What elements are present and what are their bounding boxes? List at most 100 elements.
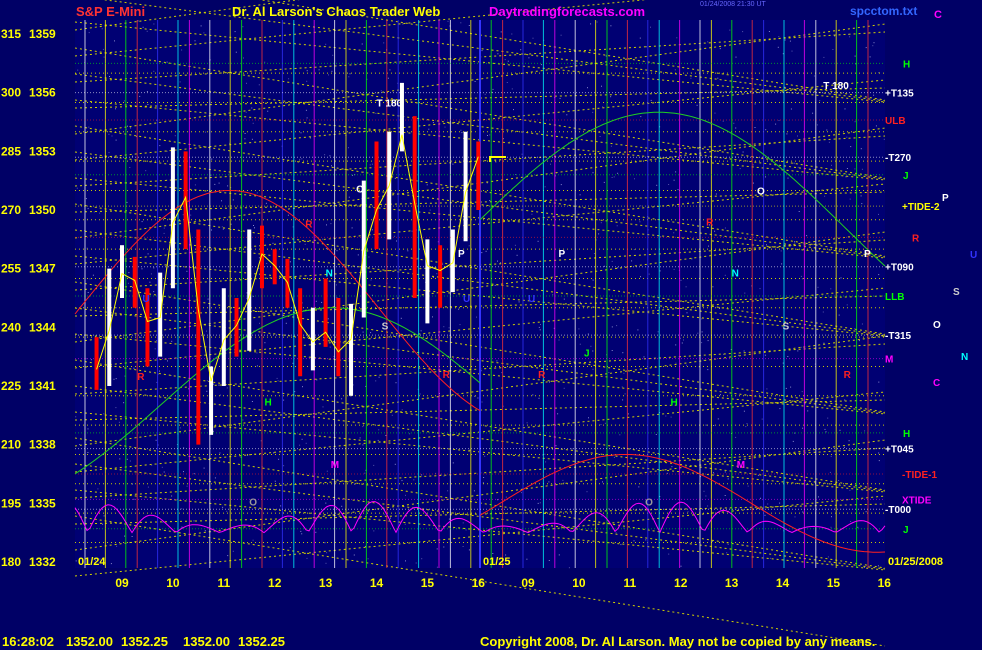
speckle-dot [273,452,274,454]
speckle-dot [616,225,618,227]
speckle-dot [779,502,781,504]
speckle-dot [113,378,115,380]
speckle-dot [254,227,255,229]
speckle-dot [708,245,709,247]
speckle-dot [312,482,314,484]
right-level-label: +T090 [885,263,914,274]
speckle-dot [193,473,195,475]
speckle-dot [784,39,786,41]
speckle-dot [588,417,589,419]
speckle-dot [205,131,206,133]
speckle-dot [724,471,726,473]
site-link[interactable]: Daytradingforecasts.com [489,4,645,19]
speckle-dot [767,503,769,505]
chart-marker: T 180 [377,98,403,109]
speckle-dot [592,111,594,113]
speckle-dot [133,367,135,369]
speckle-dot [329,346,331,348]
speckle-dot [691,258,693,260]
speckle-dot [426,184,428,186]
speckle-dot [292,362,294,364]
speckle-dot [610,25,612,27]
speckle-dot [633,249,635,251]
speckle-dot [754,127,756,128]
speckle-dot [604,422,606,424]
speckle-dot [447,20,449,22]
speckle-dot [181,49,183,51]
speckle-dot [370,279,372,281]
chart-marker: N [326,268,333,279]
speckle-dot [264,342,266,344]
x-tick-label: 10 [572,576,586,590]
speckle-dot [601,515,603,517]
speckle-dot [604,265,605,267]
speckle-dot [759,288,761,290]
speckle-dot [539,502,541,504]
speckle-dot [643,356,645,358]
chart-marker: R [706,218,714,229]
speckle-dot [411,230,413,232]
speckle-dot [676,37,678,39]
speckle-dot [362,426,364,428]
speckle-dot [683,339,684,341]
speckle-dot [602,481,603,483]
date-label-day2: 01/25 [483,556,511,568]
speckle-dot [828,396,830,398]
speckle-dot [802,511,804,513]
speckle-dot [132,155,133,157]
speckle-dot [429,209,431,211]
speckle-dot [831,516,832,518]
speckle-dot [588,73,590,75]
speckle-dot [838,314,840,316]
speckle-dot [485,250,487,252]
speckle-dot [309,137,311,139]
speckle-dot [680,565,682,567]
speckle-dot [476,316,477,318]
speckle-dot [330,223,332,225]
speckle-dot [611,326,613,328]
speckle-dot [89,278,91,280]
copyright-notice: Copyright 2008, Dr. Al Larson. May not b… [480,634,876,649]
right-level-label: H [903,59,910,70]
speckle-dot [322,238,324,240]
y-degree-label: 240 [1,320,21,334]
update-timestamp: 01/24/2008 21:30 UT [700,1,766,8]
speckle-dot [75,560,77,562]
speckle-dot [613,176,615,178]
speckle-dot [442,263,444,265]
speckle-dot [243,57,244,59]
speckle-dot [587,87,588,89]
speckle-dot [332,54,334,56]
speckle-dot [766,244,767,246]
speckle-dot [823,56,825,58]
speckle-dot [645,539,647,541]
speckle-dot [448,518,450,520]
speckle-dot [118,421,120,423]
speckle-dot [872,45,874,47]
speckle-dot [352,174,353,176]
speckle-dot [226,387,228,389]
speckle-dot [244,138,246,140]
speckle-dot [613,456,615,458]
speckle-dot [305,442,307,444]
outside-marker: N [961,352,968,363]
speckle-dot [615,532,617,534]
speckle-dot [477,397,479,399]
speckle-dot [186,270,188,272]
speckle-dot [432,316,433,318]
chart-marker: P [559,249,566,260]
speckle-dot [497,499,499,501]
speckle-dot [775,123,777,125]
speckle-dot [274,480,276,482]
speckle-dot [781,263,783,265]
speckle-dot [511,88,513,90]
speckle-dot [560,34,562,36]
speckle-dot [764,354,766,356]
speckle-dot [878,274,880,276]
speckle-dot [213,383,215,385]
y-price-label: 1356 [29,86,56,100]
date-label-end: 01/25/2008 [888,556,943,568]
speckle-dot [878,452,880,454]
speckle-dot [154,348,156,350]
speckle-dot [214,183,216,185]
